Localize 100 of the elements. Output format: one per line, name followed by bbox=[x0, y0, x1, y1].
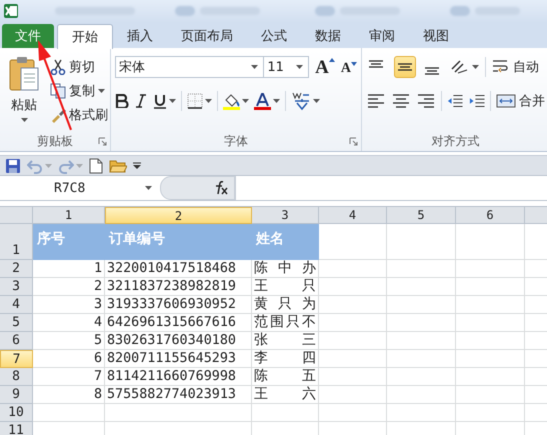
ribbon-tab[interactable]: 公式 bbox=[247, 24, 301, 48]
new-document-icon[interactable] bbox=[89, 158, 103, 174]
table-cell: 4 bbox=[33, 314, 105, 332]
group-label: 对齐方式 bbox=[432, 132, 480, 150]
font-size-dropdown[interactable]: 11 bbox=[263, 56, 310, 78]
bold-icon[interactable] bbox=[115, 94, 129, 108]
table-cell bbox=[319, 260, 387, 278]
caret-icon bbox=[296, 65, 304, 69]
column-header[interactable]: 1 bbox=[33, 207, 105, 224]
paste-button[interactable]: 粘贴 bbox=[4, 54, 44, 131]
table-cell: 8114211660769998 bbox=[105, 368, 252, 386]
row-header[interactable]: 1 bbox=[0, 224, 33, 260]
up-triangle-icon bbox=[328, 58, 335, 62]
column-header[interactable]: 5 bbox=[387, 207, 456, 224]
name-box[interactable]: R7C8 bbox=[0, 176, 160, 200]
borders-icon[interactable] bbox=[187, 93, 203, 109]
underline-icon[interactable] bbox=[153, 94, 167, 108]
row-header[interactable]: 9 bbox=[0, 386, 33, 404]
align-right-icon[interactable] bbox=[417, 93, 436, 109]
caret-icon[interactable] bbox=[98, 89, 105, 93]
ribbon-tab[interactable]: 开始 bbox=[57, 24, 113, 49]
row-header[interactable]: 6 bbox=[0, 332, 33, 350]
align-center-icon[interactable] bbox=[392, 93, 410, 109]
caret-icon[interactable] bbox=[169, 99, 176, 103]
open-folder-icon[interactable] bbox=[109, 158, 127, 174]
table-cell bbox=[387, 404, 456, 422]
increase-indent-icon[interactable] bbox=[468, 93, 486, 109]
column-header[interactable]: 2 bbox=[105, 207, 252, 224]
cut-button[interactable]: 剪切 bbox=[50, 58, 108, 76]
font-name-dropdown[interactable]: 宋体 bbox=[115, 56, 264, 78]
fill-color-icon[interactable] bbox=[223, 92, 240, 110]
table-cell: 1 bbox=[33, 260, 105, 278]
shrink-font-button[interactable]: A bbox=[340, 58, 357, 76]
table-cell bbox=[387, 314, 456, 332]
down-triangle-icon bbox=[351, 62, 357, 66]
caret-icon bbox=[145, 186, 152, 190]
ribbon-tab[interactable]: 视图 bbox=[409, 24, 463, 48]
orientation-icon[interactable] bbox=[450, 59, 470, 75]
table-header-cell: 订单编号 bbox=[105, 224, 252, 260]
column-header[interactable]: 4 bbox=[319, 207, 387, 224]
font-color-icon[interactable] bbox=[254, 92, 271, 110]
table-cell bbox=[387, 368, 456, 386]
table-cell: 2 bbox=[33, 278, 105, 296]
table-cell: 陈中办 bbox=[252, 260, 319, 278]
ribbon-tab[interactable]: 页面布局 bbox=[167, 24, 247, 48]
grow-font-button[interactable]: A bbox=[315, 58, 335, 76]
row-header[interactable]: 10 bbox=[0, 404, 33, 422]
table-cell bbox=[387, 350, 456, 368]
table-cell: 李四 bbox=[252, 350, 319, 368]
align-left-icon[interactable] bbox=[367, 93, 386, 109]
table-cell bbox=[387, 278, 456, 296]
table-cell: 8302631760340180 bbox=[105, 332, 252, 350]
table-cell: 3220010417518468 bbox=[105, 260, 252, 278]
dialog-launcher-icon[interactable] bbox=[349, 137, 358, 146]
save-icon[interactable] bbox=[5, 158, 21, 174]
row-header[interactable]: 7 bbox=[0, 350, 33, 368]
row-header[interactable]: 5 bbox=[0, 314, 33, 332]
customize-toolbar-icon[interactable] bbox=[133, 162, 141, 170]
excel-icon[interactable] bbox=[3, 3, 19, 19]
table-cell: 3 bbox=[33, 296, 105, 314]
table-cell bbox=[319, 386, 387, 404]
table-cell: 3193337606930952 bbox=[105, 296, 252, 314]
caret-icon[interactable] bbox=[242, 99, 249, 103]
file-tab[interactable]: 文件 bbox=[2, 24, 54, 48]
table-cell bbox=[456, 260, 525, 278]
column-header[interactable]: 3 bbox=[252, 207, 319, 224]
table-cell: 3211837238982819 bbox=[105, 278, 252, 296]
table-cell bbox=[319, 350, 387, 368]
caret-icon[interactable] bbox=[273, 99, 280, 103]
table-cell: 王六 bbox=[252, 386, 319, 404]
table-cell: 黄只为 bbox=[252, 296, 319, 314]
dialog-launcher-icon[interactable] bbox=[98, 137, 107, 146]
ribbon-tab[interactable]: 插入 bbox=[113, 24, 167, 48]
table-cell: 王只 bbox=[252, 278, 319, 296]
wrap-text-button[interactable]: 自动 bbox=[492, 58, 539, 76]
decrease-indent-icon[interactable] bbox=[447, 93, 464, 109]
row-header[interactable]: 11 bbox=[0, 422, 33, 435]
column-header[interactable]: 6 bbox=[456, 207, 525, 224]
table-cell bbox=[387, 386, 456, 404]
ribbon-tab[interactable]: 审阅 bbox=[355, 24, 409, 48]
caret-icon[interactable] bbox=[205, 99, 212, 103]
table-cell: 张三 bbox=[252, 332, 319, 350]
table-cell bbox=[456, 368, 525, 386]
table-cell: 6 bbox=[33, 350, 105, 368]
merge-button[interactable]: 合并 bbox=[496, 92, 545, 110]
row-header[interactable]: 2 bbox=[0, 260, 33, 278]
ribbon-tab[interactable]: 数据 bbox=[301, 24, 355, 48]
row-header[interactable]: 3 bbox=[0, 278, 33, 296]
table-cell bbox=[33, 404, 105, 422]
caret-icon[interactable] bbox=[20, 118, 28, 122]
row-header[interactable]: 4 bbox=[0, 296, 33, 314]
row-header[interactable]: 8 bbox=[0, 368, 33, 386]
table-cell bbox=[387, 296, 456, 314]
italic-icon[interactable] bbox=[134, 94, 148, 108]
phonetic-guide-icon[interactable] bbox=[291, 91, 311, 111]
caret-icon[interactable] bbox=[472, 65, 479, 69]
group-label: 剪贴板 bbox=[37, 132, 73, 150]
caret-icon[interactable] bbox=[313, 99, 320, 103]
table-cell: 6426961315667616 bbox=[105, 314, 252, 332]
table-cell bbox=[319, 314, 387, 332]
